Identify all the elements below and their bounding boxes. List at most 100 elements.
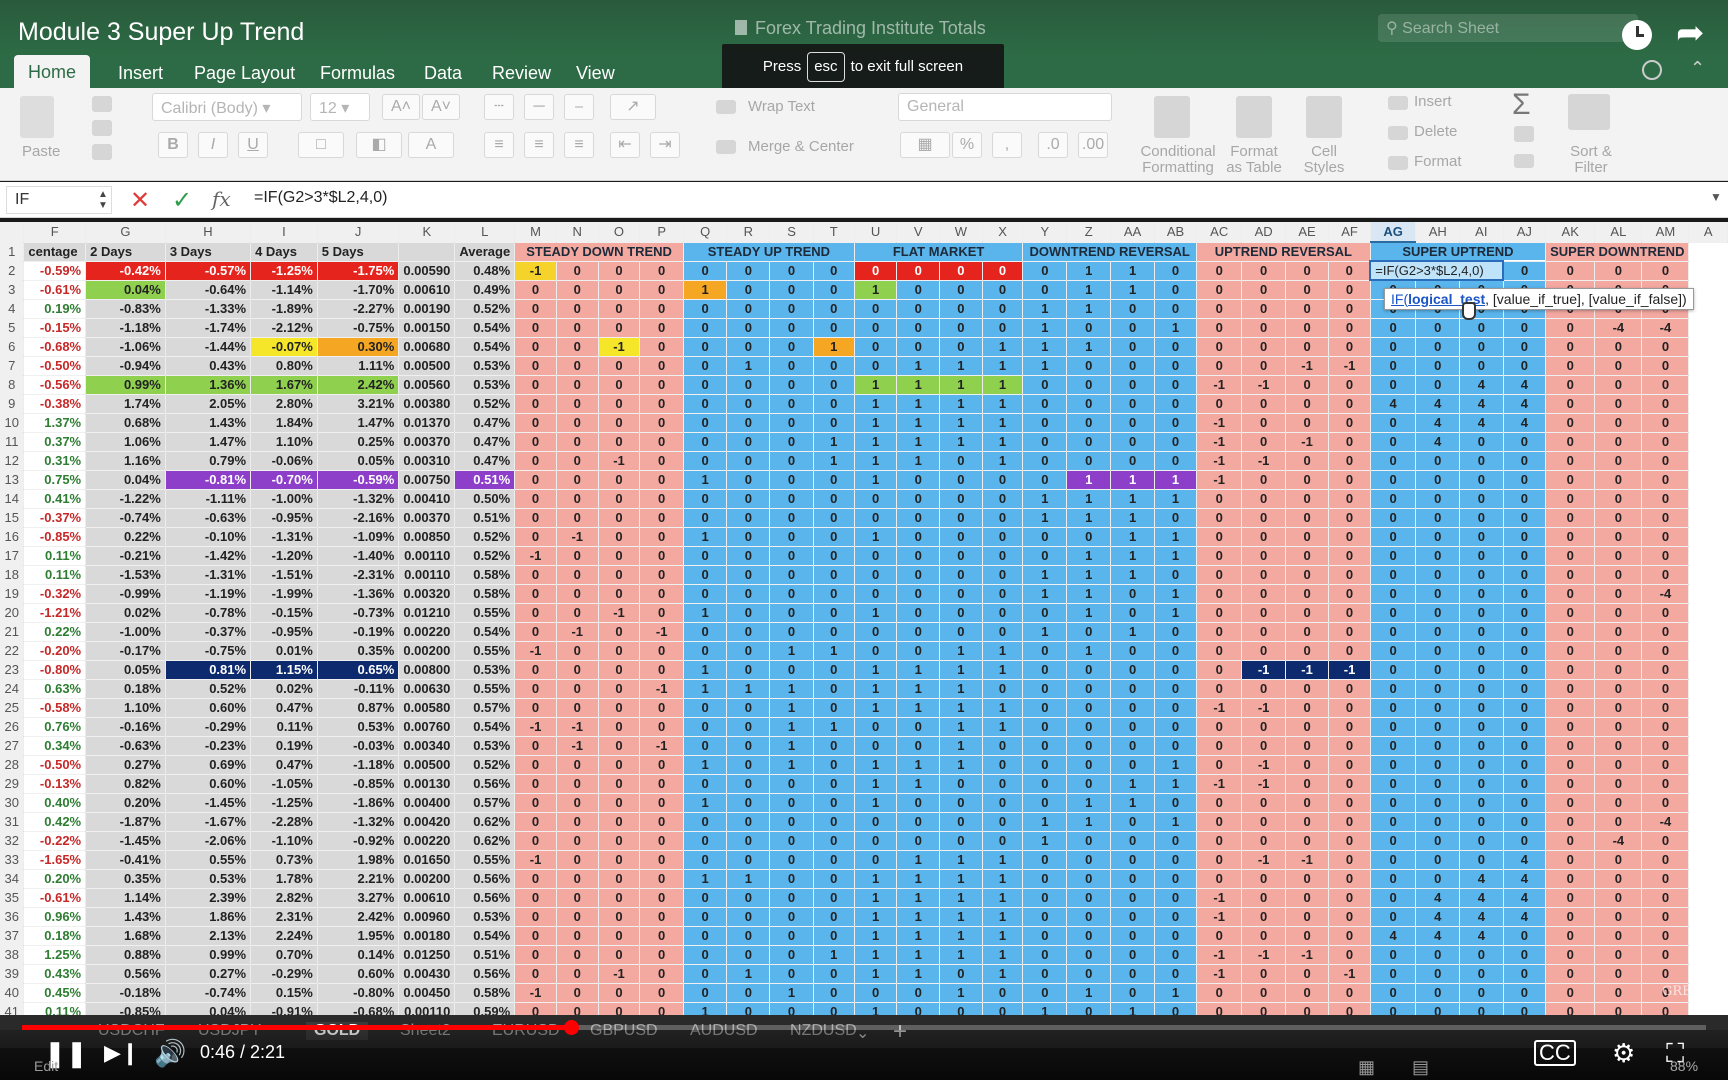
cell-sup-3[interactable]: 0 (1503, 527, 1547, 547)
cell-dr-1[interactable]: 0 (1066, 394, 1112, 414)
cell-sup-1[interactable]: 4 (1415, 394, 1461, 414)
search-sheet-input[interactable]: ⚲ Search Sheet (1378, 14, 1638, 42)
cell-h[interactable]: 1.86% (165, 907, 252, 927)
cell-sup-0[interactable]: 0 (1370, 831, 1417, 851)
cell-dr-2[interactable]: 0 (1110, 584, 1156, 604)
cell-su-3[interactable]: 1 (813, 451, 855, 471)
cell-sdn-2[interactable]: -4 (1641, 318, 1690, 338)
cell-sd-3[interactable]: 0 (639, 318, 685, 338)
cell-fm-1[interactable]: 0 (896, 736, 940, 756)
cell-sd-0[interactable]: 0 (514, 565, 557, 585)
cell-ur-0[interactable]: 0 (1196, 546, 1243, 566)
cell-dr-0[interactable]: 0 (1022, 413, 1068, 433)
cell-fm-3[interactable]: 0 (982, 812, 1024, 832)
cell-sd-2[interactable]: 0 (598, 299, 641, 319)
cell-fm-0[interactable]: 1 (854, 945, 898, 965)
cell-i[interactable]: 0.47% (250, 755, 318, 775)
cell-fm-0[interactable]: 0 (854, 546, 898, 566)
cell-ur-2[interactable]: 0 (1285, 983, 1330, 1003)
cell-f[interactable]: -1.65% (23, 850, 87, 870)
cell-fm-0[interactable]: 1 (854, 432, 898, 452)
cell-sdn-2[interactable]: 0 (1641, 964, 1690, 984)
cell-i[interactable]: -1.51% (250, 565, 318, 585)
cell-sup-1[interactable]: 0 (1415, 508, 1461, 528)
cell-fm-0[interactable]: 1 (854, 793, 898, 813)
cell-su-0[interactable]: 0 (683, 850, 728, 870)
cell-fm-1[interactable]: 0 (896, 622, 940, 642)
cell-dr-0[interactable]: 0 (1022, 945, 1068, 965)
cell-sd-0[interactable]: 0 (514, 869, 557, 889)
cell-dr-1[interactable]: 1 (1066, 812, 1112, 832)
cell-su-2[interactable]: 0 (769, 280, 814, 300)
cell-su-0[interactable]: 1 (683, 280, 728, 300)
cell-dr-3[interactable]: 1 (1154, 470, 1197, 490)
cell-su-1[interactable]: 0 (726, 622, 771, 642)
cell-su-0[interactable]: 0 (683, 584, 728, 604)
section-title[interactable]: SUPER DOWNTREND (1545, 242, 1690, 262)
cell-sd-3[interactable]: 0 (639, 584, 685, 604)
cell-fm-2[interactable]: 1 (939, 375, 983, 395)
cell-sup-0[interactable]: 4 (1370, 926, 1417, 946)
cell-fm-0[interactable]: 1 (854, 527, 898, 547)
cell-ur-0[interactable]: 0 (1196, 1002, 1243, 1015)
cell-sd-0[interactable]: -1 (514, 983, 557, 1003)
cell-h[interactable]: -2.06% (165, 831, 252, 851)
row-header[interactable]: 14 (0, 489, 25, 509)
cell-su-1[interactable]: 0 (726, 698, 771, 718)
cell-h[interactable]: -1.74% (165, 318, 252, 338)
cell-sd-1[interactable]: 0 (556, 451, 599, 471)
cell-sd-3[interactable]: 0 (639, 565, 685, 585)
cell-ur-0[interactable]: -1 (1196, 413, 1243, 433)
cell-ur-2[interactable]: 0 (1285, 907, 1330, 927)
cell-i[interactable]: -2.28% (250, 812, 318, 832)
cell-su-0[interactable]: 0 (683, 394, 728, 414)
closed-captions-icon[interactable]: CC (1534, 1040, 1576, 1066)
cell-su-1[interactable]: 0 (726, 907, 771, 927)
cell-su-0[interactable]: 1 (683, 527, 728, 547)
cell-sd-2[interactable]: 0 (598, 375, 641, 395)
cell-fm-0[interactable]: 1 (854, 755, 898, 775)
cell-sup-2[interactable]: 0 (1459, 660, 1504, 680)
cell-j[interactable]: -0.59% (317, 470, 400, 490)
cell-dr-0[interactable]: 1 (1022, 489, 1068, 509)
select-all-corner[interactable] (0, 222, 25, 243)
cell-i[interactable]: -0.06% (250, 451, 318, 471)
cell-dr-0[interactable]: 0 (1022, 907, 1068, 927)
comma-style-icon[interactable]: , (992, 132, 1022, 158)
align-middle-icon[interactable]: ─ (524, 94, 554, 120)
cell-sdn-1[interactable]: 0 (1594, 964, 1643, 984)
cell-fm-0[interactable]: 1 (854, 470, 898, 490)
cell-dr-0[interactable]: 1 (1022, 622, 1068, 642)
italic-button[interactable]: I (198, 132, 228, 158)
cell-i[interactable]: 1.10% (250, 432, 318, 452)
cell-sd-3[interactable]: 0 (639, 660, 685, 680)
cell-fm-1[interactable]: 1 (896, 850, 940, 870)
cell-su-3[interactable]: 0 (813, 318, 855, 338)
cell-dr-2[interactable]: 1 (1110, 261, 1156, 281)
cell-l[interactable]: 0.54% (454, 926, 516, 946)
cell-sd-3[interactable]: 0 (639, 280, 685, 300)
cell-i[interactable]: -1.89% (250, 299, 318, 319)
cell-fm-0[interactable]: 0 (854, 356, 898, 376)
column-header[interactable]: AC (1196, 222, 1243, 243)
cell-su-0[interactable]: 0 (683, 736, 728, 756)
cell-fm-3[interactable]: 1 (982, 869, 1024, 889)
cell-su-3[interactable]: 0 (813, 280, 855, 300)
cell-ur-0[interactable]: 0 (1196, 318, 1243, 338)
cell-sd-2[interactable]: 0 (598, 394, 641, 414)
cell-dr-0[interactable]: 0 (1022, 888, 1068, 908)
cell-sd-2[interactable]: 0 (598, 907, 641, 927)
cell-j[interactable]: -1.75% (317, 261, 400, 281)
row-header[interactable]: 28 (0, 755, 25, 775)
cell-fm-2[interactable]: 1 (939, 413, 983, 433)
cell-sup-1[interactable]: 0 (1415, 489, 1461, 509)
cell-sup-2[interactable]: 0 (1459, 470, 1504, 490)
cell-ur-2[interactable]: 0 (1285, 755, 1330, 775)
cell-sup-1[interactable]: 0 (1415, 736, 1461, 756)
column-header[interactable]: P (639, 222, 685, 243)
cell-fm-1[interactable]: 0 (896, 717, 940, 737)
cell-sd-0[interactable]: 0 (514, 489, 557, 509)
cell-k[interactable]: 0.00610 (398, 888, 456, 908)
next-video-icon[interactable]: ▶❙ (104, 1042, 139, 1064)
cell-sd-3[interactable]: 0 (639, 755, 685, 775)
